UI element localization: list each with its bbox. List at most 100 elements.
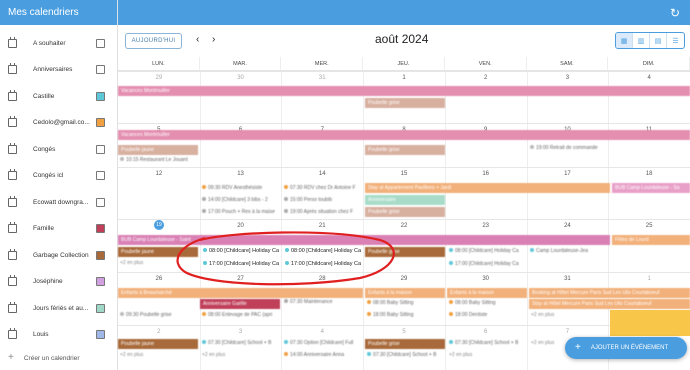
calendar-item[interactable]: Joséphine [0,269,117,296]
day-number[interactable]: 14 [281,171,363,177]
event-item[interactable]: 08:00 Baby Sitting [449,300,496,306]
event-item[interactable]: 17:00 [Childcare] Holiday Ca [449,261,519,267]
day-number[interactable]: 4 [608,75,690,81]
event-bar[interactable]: Anniversaire Gaëlle [200,299,280,309]
calendar-checkbox[interactable] [96,303,105,313]
day-number[interactable]: 29 [118,75,200,81]
calendar-item[interactable]: Cedolo@gmail.co... [0,110,117,137]
calendar-checkbox[interactable] [96,250,105,260]
add-event-button[interactable]: + AJOUTER UN ÉVÉNEMENT [565,337,687,359]
day-number[interactable]: 28 [281,276,363,282]
event-bar[interactable]: Poubelle grise [365,207,445,217]
event-bar[interactable]: Enfants à la maison [365,288,445,298]
event-bar[interactable]: Enfants à la maison [447,288,527,298]
calendar-item[interactable]: A souhaiter [0,30,117,57]
day-number[interactable]: 3 [527,75,609,81]
more-events-link[interactable]: +2 en plus [120,260,143,266]
event-bar[interactable]: Poubelle jaune [118,145,198,155]
event-bar[interactable]: Poubelle jaune [118,339,198,349]
today-marker[interactable]: 19 [154,220,164,230]
event-item[interactable]: 07:30 [Childcare] School + B [449,340,519,346]
calendar-checkbox[interactable] [96,144,105,154]
create-calendar-button[interactable]: + Créer un calendrier [8,352,79,363]
month-view-icon[interactable]: ▦ [616,33,633,48]
calendar-item[interactable]: Louis [0,322,117,349]
event-item[interactable]: 19:00 Retrait de commande [530,145,598,151]
calendar-checkbox[interactable] [96,330,105,340]
refresh-icon[interactable]: ↻ [670,6,680,20]
calendar-item[interactable]: Congés [0,136,117,163]
day-number[interactable]: 27 [200,276,282,282]
day-number[interactable]: 1 [363,75,445,81]
event-item[interactable]: 14:00 Anniversaire Anna [284,352,344,358]
day-view-icon[interactable]: ▤ [650,33,667,48]
day-number[interactable]: 17 [527,171,609,177]
event-item[interactable]: Camp Lourdaleuse-Jea [530,248,588,254]
event-item[interactable]: 08:00 Baby Sitting [367,300,414,306]
day-number[interactable]: 4 [281,329,363,335]
list-view-icon[interactable]: ☰ [667,33,684,48]
day-number[interactable]: 18 [608,171,690,177]
event-item[interactable]: 18:00 Dentiste [449,312,487,318]
today-button[interactable]: AUJOURD'HUI [125,33,182,49]
day-number[interactable]: 29 [363,276,445,282]
event-item[interactable]: 08:00 [Childcare] Holiday Ca [285,248,361,254]
event-item[interactable]: 07:30 RDV chez Dr Antoine F [284,185,356,191]
event-bar[interactable]: BUB Camp Lourdaleuse - Sa [612,183,690,193]
event-bar[interactable]: Anniversaire [365,195,445,205]
event-bar[interactable]: BUB Camp Lourdaleuse - Saint [118,235,610,245]
day-number[interactable]: 30 [200,75,282,81]
calendar-checkbox[interactable] [96,65,105,75]
prev-month-button[interactable]: ‹ [196,34,199,45]
calendar-item[interactable]: Anniversaires [0,57,117,84]
event-bar[interactable]: Poubelle grise [365,145,445,155]
event-bar[interactable]: Fêtes de Lourd [612,235,690,245]
event-item[interactable]: 08:00 Enlevage de PAC (apri [202,312,272,318]
calendar-checkbox[interactable] [96,197,105,207]
more-events-link[interactable]: +2 en plus [120,352,143,358]
day-number[interactable]: 31 [527,276,609,282]
day-number[interactable]: 3 [200,329,282,335]
calendar-checkbox[interactable] [96,118,105,128]
week-view-icon[interactable]: ▥ [633,33,650,48]
day-number[interactable]: 13 [200,171,282,177]
event-item[interactable]: 07:30 Option [Childcare] Full [284,340,353,346]
day-number[interactable]: 15 [363,171,445,177]
event-bar[interactable]: Poubelle grise [365,247,445,257]
event-item[interactable]: 09:30 Poubelle grise [120,312,172,318]
day-number[interactable]: 26 [118,276,200,282]
calendar-item[interactable]: Jours fériés et au... [0,295,117,322]
calendar-item[interactable]: Castille [0,83,117,110]
calendar-item[interactable]: Famille [0,216,117,243]
event-item[interactable]: 19:00 Après situation chez F [284,209,353,215]
event-item[interactable]: 08:00 [Childcare] Holiday Ca [203,248,279,254]
more-events-link[interactable]: +2 en plus [531,340,554,346]
calendar-checkbox[interactable] [96,91,105,101]
event-item[interactable]: 14:00 [Childcare] 3 bibs - 2 [202,197,268,203]
event-item[interactable]: 17:00 [Childcare] Holiday Ca [203,261,279,267]
more-events-link[interactable]: +2 en plus [202,352,225,358]
day-number[interactable]: 5 [363,329,445,335]
event-item[interactable]: 10:15 Restaurant Le Jouant [120,157,188,163]
day-number[interactable]: 16 [445,171,527,177]
day-number[interactable]: 20 [200,223,282,229]
day-number[interactable]: 7 [527,329,609,335]
calendar-checkbox[interactable] [96,277,105,287]
day-number[interactable]: 6 [445,329,527,335]
event-item[interactable]: 17:00 [Childcare] Holiday Ca [285,261,361,267]
calendar-checkbox[interactable] [96,224,105,234]
day-number[interactable]: 25 [608,223,690,229]
next-month-button[interactable]: › [212,34,215,45]
calendar-item[interactable]: Garbage Collection [0,242,117,269]
more-events-link[interactable]: +2 en plus [449,352,472,358]
event-item[interactable]: 15:00 Perso toubib [284,197,332,203]
day-number[interactable]: 23 [445,223,527,229]
event-bar[interactable]: Stay at Hôtel Mercure Paris Sud Les Ulis… [529,299,690,309]
event-item[interactable]: 07:30 [Childcare] School + B [202,340,272,346]
calendar-item[interactable]: Congés icl [0,163,117,190]
calendar-checkbox[interactable] [96,38,105,48]
event-item[interactable]: 07:30 [Childcare] School + B [367,352,437,358]
day-number[interactable]: 22 [363,223,445,229]
event-bar[interactable]: Booking at Hôtel Mercure Paris Sud Les U… [529,288,690,298]
event-item[interactable]: 08:00 [Childcare] Holiday Ca [449,248,519,254]
